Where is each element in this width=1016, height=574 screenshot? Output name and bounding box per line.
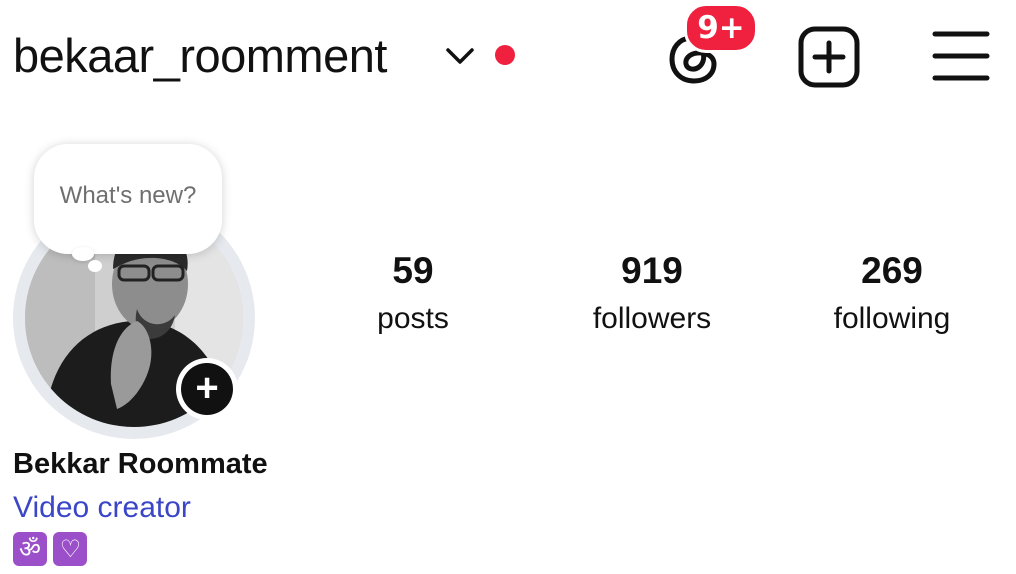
following-count: 269 bbox=[861, 250, 923, 291]
stat-followers[interactable]: 919 followers bbox=[552, 246, 752, 342]
om-emoji: ॐ bbox=[13, 532, 47, 566]
followers-count: 919 bbox=[621, 250, 683, 291]
posts-label: posts bbox=[377, 302, 449, 335]
note-placeholder: What's new? bbox=[59, 182, 197, 209]
heart-emoji: ♡ bbox=[53, 532, 88, 566]
profile-header: bekaar_roomment 9+ bbox=[0, 0, 1016, 115]
category-label: Video creator bbox=[13, 491, 191, 524]
following-label: following bbox=[833, 302, 951, 335]
chevron-down-icon[interactable] bbox=[444, 44, 476, 68]
unread-dot bbox=[495, 45, 515, 65]
plus-icon: + bbox=[181, 363, 233, 415]
stat-following[interactable]: 269 following bbox=[792, 246, 992, 342]
stat-posts[interactable]: 59 posts bbox=[313, 246, 513, 342]
notification-badge: 9+ bbox=[684, 3, 758, 53]
username[interactable]: bekaar_roomment bbox=[13, 26, 387, 86]
bio-emojis: ॐ ♡ bbox=[13, 532, 89, 572]
add-story-button[interactable]: + bbox=[176, 358, 238, 420]
note-bubble-tail-small bbox=[88, 260, 102, 272]
posts-count: 59 bbox=[392, 250, 434, 291]
display-name: Bekkar Roommate bbox=[13, 448, 268, 480]
hamburger-menu-icon[interactable] bbox=[931, 28, 991, 84]
note-bubble[interactable]: What's new? bbox=[34, 144, 222, 254]
plus-square-icon[interactable] bbox=[797, 25, 861, 89]
followers-label: followers bbox=[592, 302, 712, 335]
note-bubble-tail bbox=[72, 247, 94, 261]
